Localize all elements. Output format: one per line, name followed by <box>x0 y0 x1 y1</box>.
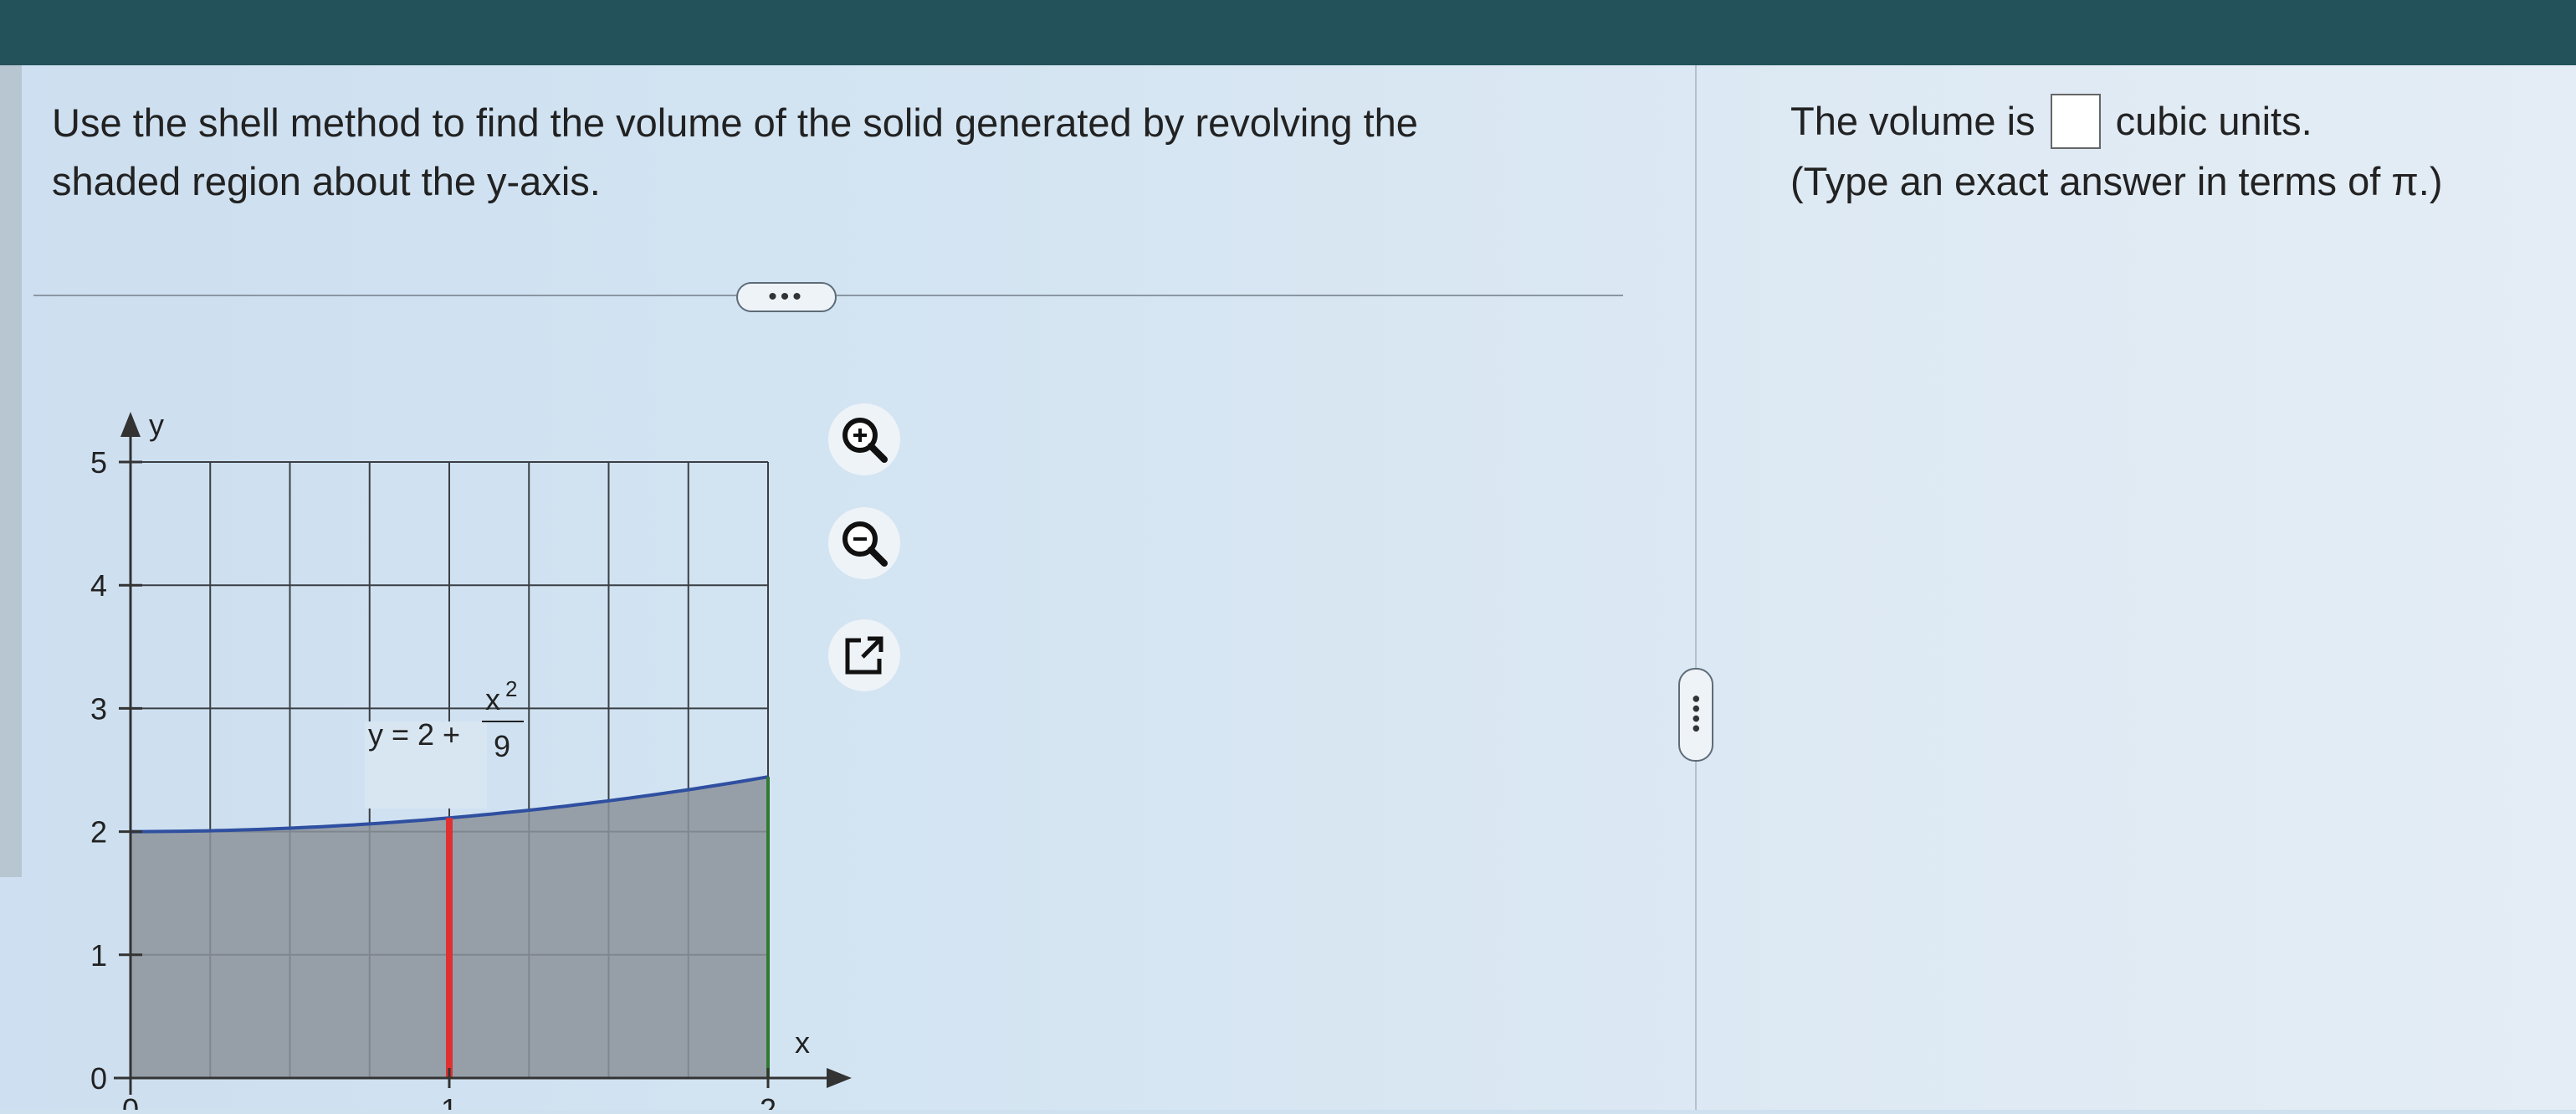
magnifier-minus-icon <box>842 521 888 567</box>
zoom-out-button[interactable] <box>828 507 900 579</box>
curve-label-lhs: y = 2 + <box>368 717 460 752</box>
left-edge-strip <box>0 65 22 877</box>
handle-dots-icon: •••• <box>1683 695 1709 735</box>
top-bar <box>0 0 2576 65</box>
y-axis-arrow <box>120 412 141 437</box>
expand-more-button[interactable]: ••• <box>736 282 837 312</box>
y-tick-label: 4 <box>90 568 107 603</box>
panel-divider <box>1695 65 1697 1110</box>
graph-panel: y x 0 1 2 3 4 5 0 1 2 y = 2 + x 2 9 <box>50 393 853 1114</box>
curve-equation-label: y = 2 + x 2 9 <box>365 676 524 809</box>
question-line-1: Use the shell method to find the volume … <box>52 100 1418 145</box>
graph-svg: y x 0 1 2 3 4 5 0 1 2 y = 2 + x 2 9 <box>90 408 852 1114</box>
answer-line: The volume is cubic units. <box>1790 92 2543 152</box>
y-axis-label: y <box>149 408 164 442</box>
y-tick-label: 3 <box>90 691 107 726</box>
x-tick-label: 2 <box>760 1092 776 1110</box>
answer-prefix: The volume is <box>1790 99 2036 143</box>
magnifier-plus-icon <box>842 418 888 463</box>
x-axis-label: x <box>795 1025 810 1060</box>
answer-suffix: cubic units. <box>2115 99 2312 143</box>
x-tick-label: 0 <box>122 1092 139 1110</box>
external-link-icon <box>845 636 883 675</box>
y-tick-label: 2 <box>90 815 107 850</box>
y-tick-label: 1 <box>90 938 107 973</box>
panel-resize-handle[interactable]: •••• <box>1678 668 1713 762</box>
answer-input[interactable] <box>2050 93 2101 149</box>
x-tick-label: 1 <box>441 1092 458 1110</box>
question-text: Use the shell method to find the volume … <box>52 94 1641 211</box>
y-tick-label: 5 <box>90 445 107 480</box>
y-tick-label: 0 <box>90 1061 107 1096</box>
divider-left <box>33 295 736 296</box>
question-line-2: shaded region about the y-axis. <box>52 159 601 203</box>
curve-label-denominator: 9 <box>494 729 510 763</box>
open-in-new-window-button[interactable] <box>828 619 900 691</box>
curve-label-numerator: x <box>485 682 500 716</box>
divider-right <box>837 295 1623 296</box>
more-dots-icon: ••• <box>768 283 805 311</box>
answer-panel: The volume is cubic units. (Type an exact… <box>1790 92 2543 211</box>
curve-label-exponent: 2 <box>505 676 517 701</box>
x-axis-arrow <box>827 1068 852 1088</box>
zoom-in-button[interactable] <box>828 403 900 475</box>
answer-hint: (Type an exact answer in terms of π.) <box>1790 158 2443 203</box>
